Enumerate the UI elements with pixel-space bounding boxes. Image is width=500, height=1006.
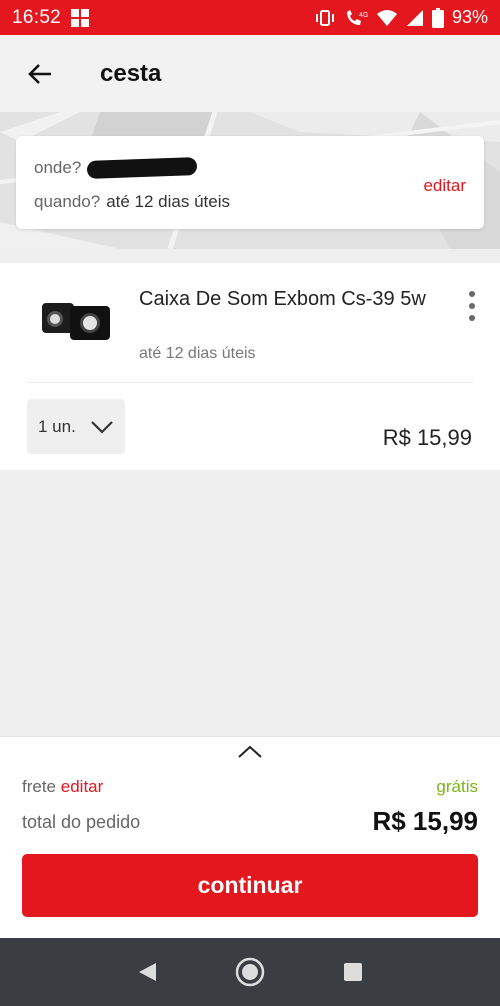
status-bar: 16:52 4G 93%: [0, 0, 500, 35]
quantity-select[interactable]: 1 un.: [27, 399, 125, 454]
expand-summary-button[interactable]: [236, 745, 264, 765]
when-value: até 12 dias úteis: [106, 192, 230, 211]
wifi-calling-icon: 4G: [344, 9, 368, 27]
divider: [27, 382, 473, 383]
app-bar: cesta: [0, 35, 500, 112]
wifi-icon: [376, 9, 398, 27]
product-image[interactable]: [38, 293, 114, 345]
total-value: R$ 15,99: [372, 806, 478, 836]
item-price: R$ 15,99: [382, 425, 472, 450]
product-eta: até 12 dias úteis: [139, 345, 256, 362]
battery-level: 93%: [451, 7, 488, 27]
total-label: total do pedido: [22, 812, 141, 832]
page-title: cesta: [100, 59, 162, 87]
network-type: 4G: [359, 12, 368, 19]
where-label: onde?: [34, 158, 82, 177]
redacted-address: [87, 157, 198, 179]
back-button[interactable]: [20, 54, 60, 94]
order-summary: frete editar grátis total do pedido R$ 1…: [0, 736, 500, 938]
shipping-value: grátis: [436, 777, 478, 796]
delivery-card: onde? quando? até 12 dias úteis editar: [16, 136, 484, 229]
nav-home-button[interactable]: [230, 952, 270, 992]
square-recents-icon: [344, 963, 363, 981]
shipping-label-row: frete editar: [22, 777, 103, 797]
nav-back-button[interactable]: [127, 952, 167, 992]
edit-delivery-link[interactable]: editar: [423, 176, 466, 196]
signal-icon: [406, 9, 424, 27]
quantity-value: 1 un.: [38, 416, 76, 436]
cart-screen: 16:52 4G 93% cesta onde? quando? até 12 …: [0, 0, 500, 1006]
status-time: 16:52: [12, 6, 62, 28]
system-nav-bar: [0, 938, 500, 1006]
cart-item: Caixa De Som Exbom Cs-39 5w até 12 dias …: [0, 263, 500, 470]
vibrate-icon: [314, 9, 336, 27]
windows-icon: [71, 8, 90, 27]
edit-shipping-link[interactable]: editar: [61, 777, 104, 796]
status-icons: 4G 93%: [314, 7, 488, 28]
nav-recents-button[interactable]: [333, 952, 373, 992]
continue-button[interactable]: continuar: [22, 854, 478, 917]
product-title[interactable]: Caixa De Som Exbom Cs-39 5w: [139, 285, 429, 314]
battery-icon: [431, 7, 444, 28]
shipping-label: frete: [22, 777, 57, 796]
delivery-where: onde?: [34, 157, 198, 179]
chevron-down-icon: [90, 420, 114, 434]
triangle-back-icon: [138, 963, 156, 981]
chevron-up-icon: [238, 745, 262, 758]
circle-home-icon: [235, 957, 265, 987]
when-label: quando?: [34, 192, 101, 211]
more-vertical-icon[interactable]: [464, 291, 480, 321]
arrow-left-icon: [28, 63, 51, 84]
delivery-when: quando? até 12 dias úteis: [34, 192, 230, 212]
